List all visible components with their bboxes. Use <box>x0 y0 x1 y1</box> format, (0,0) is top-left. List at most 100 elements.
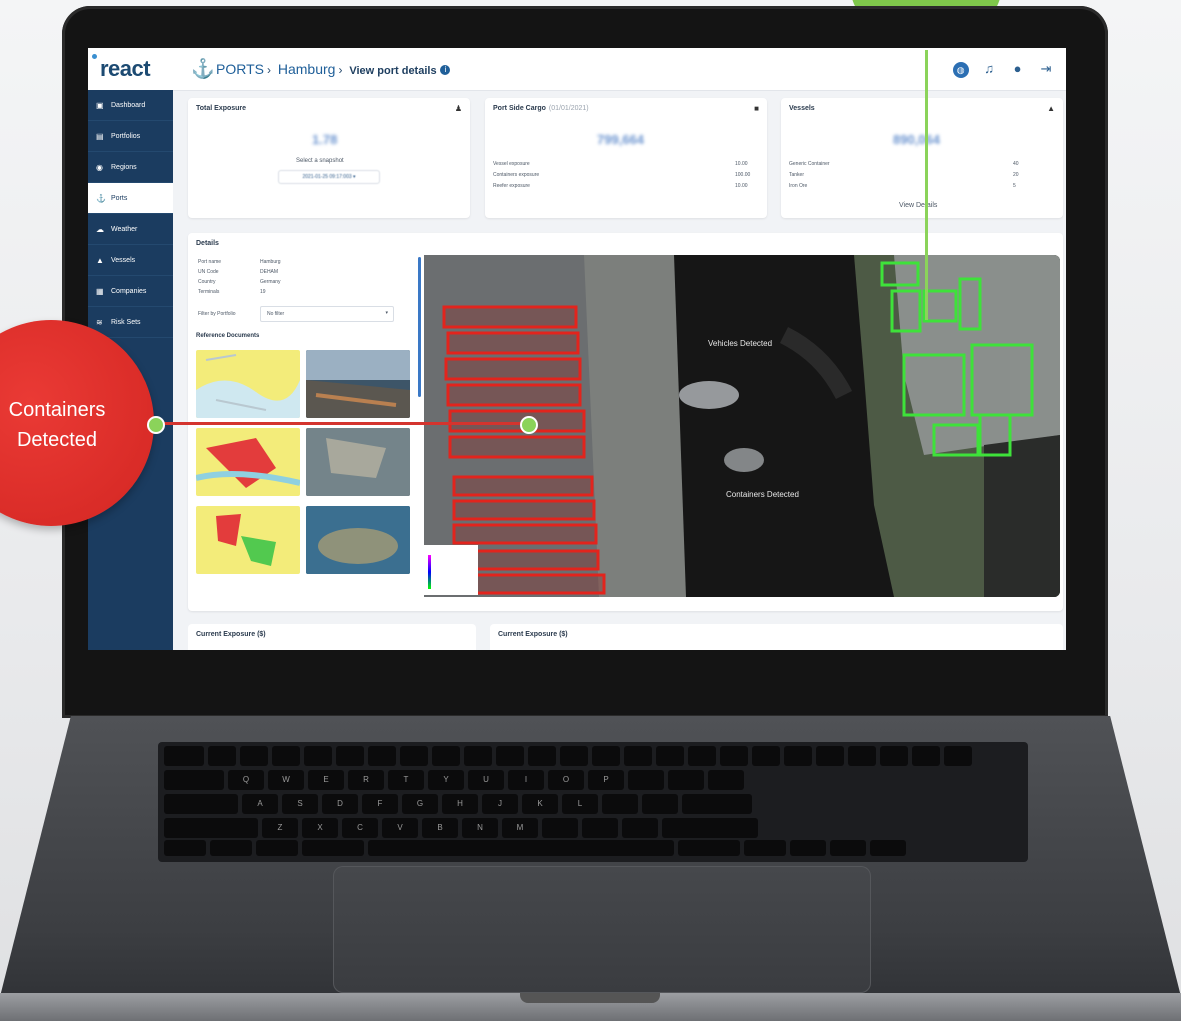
info-icon[interactable]: i <box>440 65 451 76</box>
key: C <box>342 818 378 838</box>
weather-icon: ☁ <box>96 224 104 234</box>
view-details-link[interactable]: View Details <box>899 202 937 209</box>
details-title: Details <box>196 240 219 247</box>
sidebar-item-label: Regions <box>111 163 137 171</box>
sidebar-item-label: Dashboard <box>111 101 146 109</box>
key <box>368 746 396 766</box>
field-value: Hamburg <box>260 259 281 265</box>
cargo-value: 799,664 <box>597 132 644 147</box>
sidebar-item-vessels[interactable]: ▲ Vessels <box>88 245 173 276</box>
key: F <box>362 794 398 814</box>
key <box>662 818 758 838</box>
key: Z <box>262 818 298 838</box>
key <box>870 840 906 856</box>
reference-doc-thumbnail[interactable] <box>196 428 300 496</box>
key: Q <box>228 770 264 790</box>
sidebar-item-portfolios[interactable]: ▤ Portfolios <box>88 121 173 152</box>
breadcrumb-ports[interactable]: PORTS <box>216 61 264 77</box>
bell-icon[interactable]: ♫ <box>981 61 997 77</box>
key: Y <box>428 770 464 790</box>
scrollbar[interactable] <box>418 257 421 397</box>
key <box>464 746 492 766</box>
key-row: ZXCVBNM <box>164 818 758 838</box>
video-icon[interactable]: ■ <box>754 104 759 113</box>
key: M <box>502 818 538 838</box>
spacebar-key <box>368 840 674 856</box>
key <box>432 746 460 766</box>
ship-icon[interactable]: ▲ <box>1047 104 1055 113</box>
key <box>304 746 332 766</box>
key <box>164 770 224 790</box>
topbar-actions: ◍ ♫ ● ⇥ <box>945 60 1054 78</box>
field-value: Germany <box>260 279 281 285</box>
card-title: Port Side Cargo (01/01/2021) <box>493 105 589 112</box>
breadcrumb-port[interactable]: Hamburg <box>278 61 336 77</box>
breadcrumb: PORTS › Hamburg › View port details i <box>216 61 451 77</box>
map-doc-image <box>196 438 300 488</box>
key: U <box>468 770 504 790</box>
key <box>560 746 588 766</box>
key <box>816 746 844 766</box>
map-legend <box>424 545 478 595</box>
snapshot-hint: Select a snapshot <box>296 158 344 164</box>
sidebar-item-label: Risk Sets <box>111 318 141 326</box>
reference-doc-thumbnail[interactable] <box>306 350 410 418</box>
region-pin-icon: ◉ <box>96 162 103 172</box>
current-exposure-card: Current Exposure ($) <box>490 624 1063 650</box>
key <box>528 746 556 766</box>
key <box>944 746 972 766</box>
field-label: UN Code <box>198 269 219 275</box>
exposure-value: 1.78 <box>312 132 338 147</box>
reference-doc-thumbnail[interactable] <box>196 350 300 418</box>
card-title: Current Exposure ($) <box>196 631 266 638</box>
key <box>656 746 684 766</box>
reference-doc-thumbnail[interactable] <box>196 506 300 574</box>
logout-icon[interactable]: ⇥ <box>1038 61 1054 77</box>
sidebar-item-ports[interactable]: ⚓ Ports <box>88 183 173 214</box>
key: P <box>588 770 624 790</box>
reference-doc-thumbnail[interactable] <box>306 506 410 574</box>
cargo-row-value: 10.00 <box>735 183 748 189</box>
app-logo[interactable]: react <box>100 56 151 82</box>
key: N <box>462 818 498 838</box>
sidebar-item-companies[interactable]: ▦ Companies <box>88 276 173 307</box>
key <box>678 840 740 856</box>
aerial-photo-image <box>306 428 410 496</box>
sidebar-item-weather[interactable]: ☁ Weather <box>88 214 173 245</box>
filter-value: No filter <box>267 311 285 317</box>
key: W <box>268 770 304 790</box>
ref-docs-title: Reference Documents <box>196 333 260 339</box>
key <box>628 770 664 790</box>
snapshot-select[interactable]: 2021-01-25 09:17:003 ▾ <box>278 170 380 184</box>
card-title: Current Exposure ($) <box>498 631 568 638</box>
laptop-hinge-notch <box>520 993 660 1003</box>
user-icon[interactable]: ● <box>1010 61 1026 77</box>
sidebar-item-dashboard[interactable]: ▣ Dashboard <box>88 90 173 121</box>
key-row <box>164 746 972 766</box>
key <box>622 818 658 838</box>
key-row <box>164 840 906 860</box>
card-title: Total Exposure <box>196 105 247 112</box>
key <box>848 746 876 766</box>
key <box>164 794 238 814</box>
anchor-icon: ⚓ <box>191 59 215 80</box>
sidebar-item-regions[interactable]: ◉ Regions <box>88 152 173 183</box>
vessel-row-label: Iron Ore <box>789 183 808 189</box>
field-label: Terminals <box>198 289 220 295</box>
person-icon[interactable]: ♟ <box>455 104 462 113</box>
port-side-cargo-card: Port Side Cargo (01/01/2021) ■ 799,664 Ve… <box>485 98 767 218</box>
key <box>400 746 428 766</box>
key: I <box>508 770 544 790</box>
red-callout-line <box>156 422 532 425</box>
portfolio-filter-select[interactable]: No filter ▾ <box>260 306 394 322</box>
sidebar-item-label: Vessels <box>111 256 136 264</box>
globe-icon[interactable]: ◍ <box>952 62 969 78</box>
reference-doc-thumbnail[interactable] <box>306 428 410 496</box>
aerial-photo-image <box>306 350 410 418</box>
card-subtitle: (01/01/2021) <box>548 105 589 112</box>
map-annotation-vehicles: Vehicles Detected <box>708 339 773 348</box>
key: J <box>482 794 518 814</box>
key: V <box>382 818 418 838</box>
key: O <box>548 770 584 790</box>
field-value: DEHAM <box>260 269 279 275</box>
